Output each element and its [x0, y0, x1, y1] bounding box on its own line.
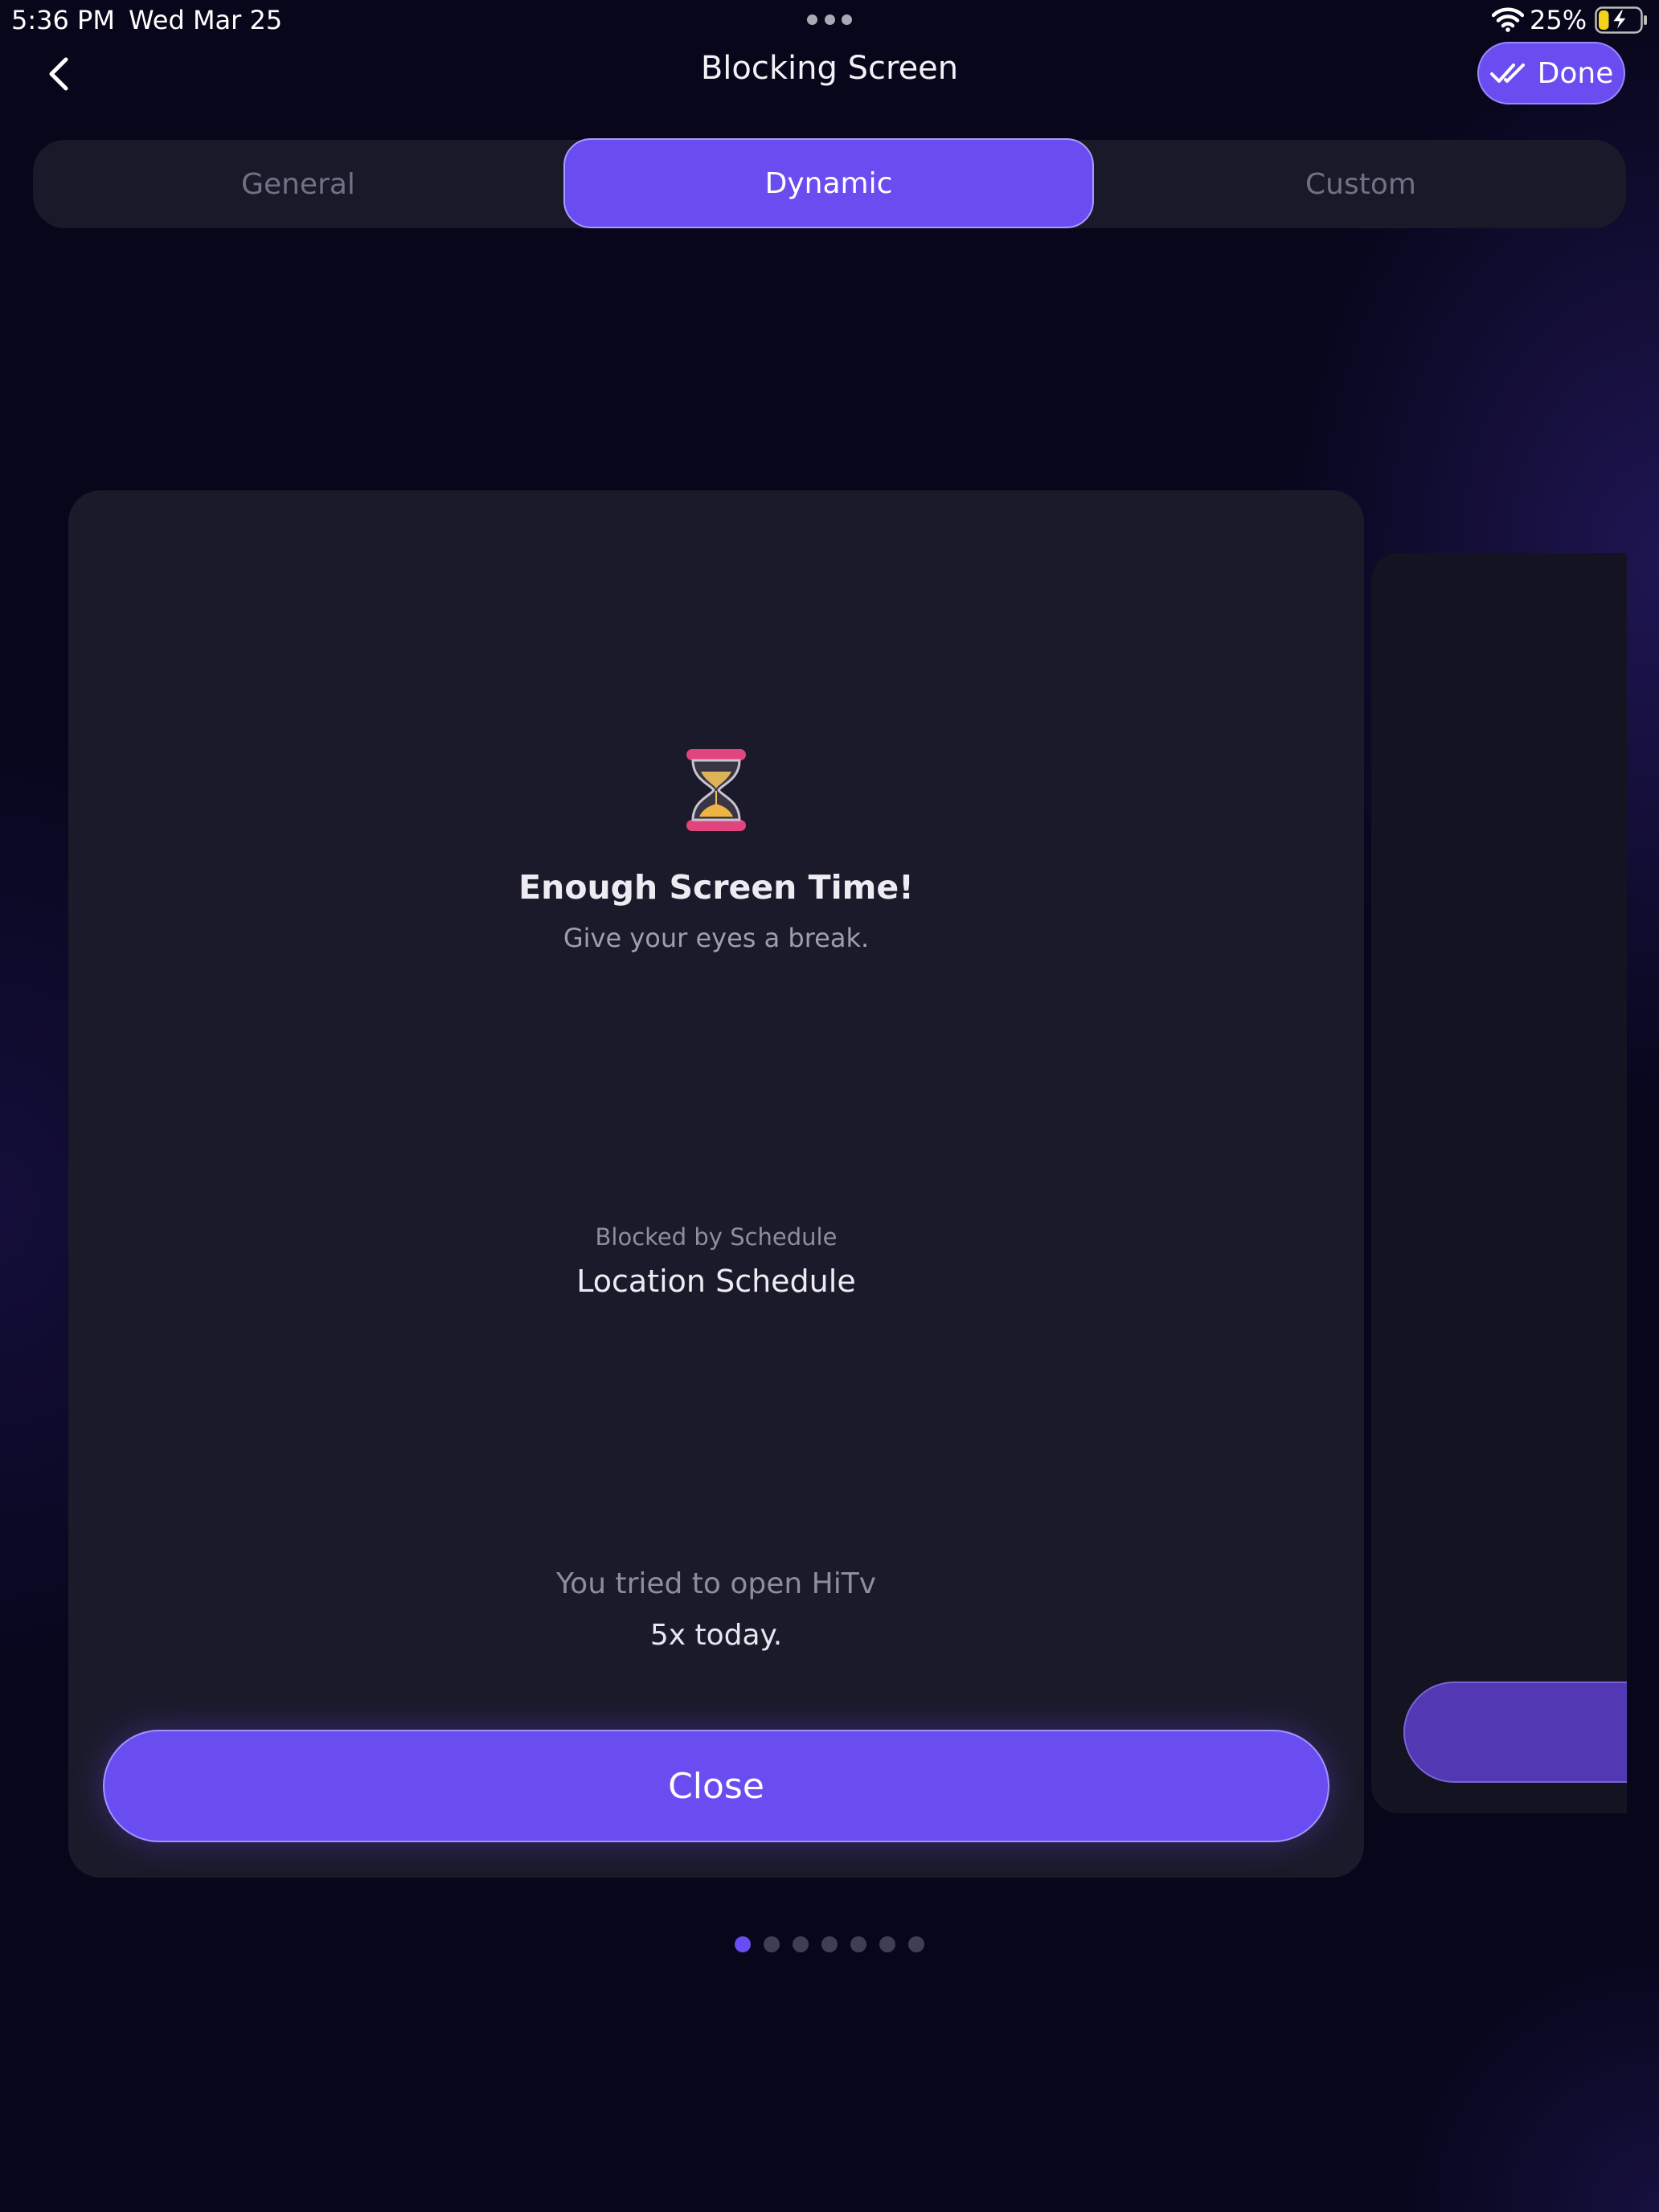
blocked-by-label: Blocked by Schedule — [595, 1223, 838, 1251]
page-dot[interactable] — [850, 1936, 866, 1952]
wifi-icon — [1492, 7, 1524, 32]
page-dot[interactable] — [735, 1936, 751, 1952]
hourglass-icon — [686, 749, 746, 831]
done-button[interactable]: Done — [1477, 42, 1625, 104]
close-button[interactable]: Close — [103, 1730, 1329, 1842]
page-dot[interactable] — [793, 1936, 809, 1952]
page-dot[interactable] — [821, 1936, 838, 1952]
open-attempts-count: 5x today. — [649, 1619, 783, 1652]
back-button[interactable] — [39, 51, 79, 96]
double-check-icon — [1489, 63, 1525, 83]
blocking-type-tabs: General Dynamic Custom — [33, 138, 1626, 228]
next-card-button — [1403, 1682, 1627, 1783]
chevron-left-icon — [49, 57, 68, 91]
page-dot[interactable] — [764, 1936, 780, 1952]
battery-charging-icon — [1595, 6, 1647, 34]
tab-custom[interactable]: Custom — [1096, 140, 1626, 228]
done-label: Done — [1537, 56, 1614, 90]
block-subheading: Give your eyes a break. — [563, 923, 870, 953]
schedule-name: Location Schedule — [576, 1264, 856, 1299]
block-heading: Enough Screen Time! — [518, 868, 914, 907]
tab-dynamic[interactable]: Dynamic — [563, 138, 1094, 228]
page-title: Blocking Screen — [700, 50, 959, 87]
status-time: 5:36 PM — [11, 5, 115, 35]
tab-general[interactable]: General — [33, 140, 563, 228]
status-date: Wed Mar 25 — [129, 5, 283, 35]
status-bar: 5:36 PM Wed Mar 25 25% — [0, 0, 1659, 42]
battery-percentage: 25% — [1530, 5, 1587, 35]
open-attempts-text: You tried to open HiTv — [555, 1567, 877, 1600]
page-indicator — [735, 1936, 924, 1953]
page-dot[interactable] — [879, 1936, 895, 1952]
next-preview-card[interactable] — [1371, 553, 1627, 1813]
blocking-preview-card[interactable] — [68, 490, 1364, 1878]
multitasking-dots-icon[interactable] — [807, 14, 852, 26]
page-dot[interactable] — [908, 1936, 924, 1952]
